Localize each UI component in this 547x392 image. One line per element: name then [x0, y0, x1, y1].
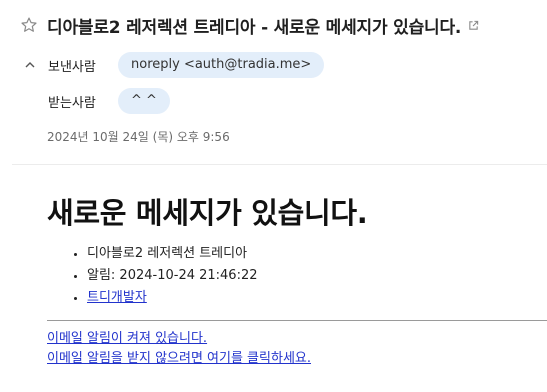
- to-row: 받는사람 ^ ^: [24, 88, 170, 114]
- body-list: 디아블로2 레저렉션 트레디아 알림: 2024-10-24 21:46:22 …: [47, 243, 258, 309]
- subject-row: 디아블로2 레저렉션 트레디아 - 새로운 메세지가 있습니다.: [20, 12, 537, 38]
- to-label: 받는사람: [48, 95, 96, 111]
- list-item: 디아블로2 레저렉션 트레디아: [87, 243, 258, 265]
- list-item-text: 디아블로2 레저렉션 트레디아: [87, 246, 248, 261]
- email-view: 디아블로2 레저렉션 트레디아 - 새로운 메세지가 있습니다. 보낸사람 no…: [0, 0, 547, 392]
- email-subject: 디아블로2 레저렉션 트레디아 - 새로운 메세지가 있습니다.: [47, 17, 462, 38]
- footer: 이메일 알림이 켜져 있습니다. 이메일 알림을 받지 않으려면 여기를 클릭하…: [47, 329, 311, 369]
- external-link-icon[interactable]: [468, 20, 479, 31]
- recipient-chip[interactable]: ^ ^: [118, 88, 170, 114]
- email-date: 2024년 10월 24일 (목) 오후 9:56: [47, 130, 230, 144]
- sender-chip[interactable]: noreply <auth@tradia.me>: [118, 52, 325, 78]
- header-divider: [12, 164, 547, 165]
- list-item: 알림: 2024-10-24 21:46:22: [87, 265, 258, 287]
- body-headline: 새로운 메세지가 있습니다.: [47, 196, 368, 230]
- list-item: 트디개발자: [87, 287, 258, 309]
- footer-divider: [47, 320, 547, 321]
- star-icon[interactable]: [20, 16, 38, 34]
- developer-link[interactable]: 트디개발자: [87, 290, 147, 305]
- chevron-up-icon[interactable]: [24, 59, 36, 71]
- unsubscribe-link[interactable]: 이메일 알림을 받지 않으려면 여기를 클릭하세요.: [47, 351, 311, 366]
- from-label: 보낸사람: [48, 59, 96, 75]
- from-row: 보낸사람 noreply <auth@tradia.me>: [24, 52, 325, 78]
- list-item-text: 알림: 2024-10-24 21:46:22: [87, 268, 258, 283]
- notification-status-link[interactable]: 이메일 알림이 켜져 있습니다.: [47, 331, 207, 346]
